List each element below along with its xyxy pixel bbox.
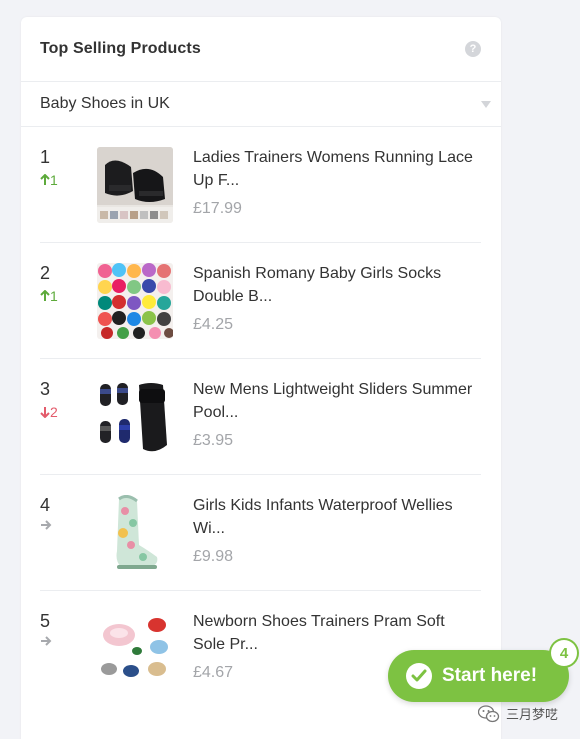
card-header: Top Selling Products ?	[21, 17, 501, 82]
product-image[interactable]	[97, 147, 173, 223]
product-image[interactable]	[97, 611, 173, 687]
product-rank: 1	[40, 147, 51, 167]
product-rank: 4	[40, 495, 51, 515]
caret-down-icon	[481, 100, 491, 108]
arrow-down-icon	[40, 407, 50, 418]
category-select-value: Baby Shoes in UK	[40, 95, 170, 112]
product-image[interactable]	[97, 263, 173, 339]
product-price: £4.67	[193, 664, 234, 681]
start-here-button[interactable]: Start here!	[388, 650, 569, 702]
check-circle-icon	[406, 663, 432, 689]
product-image[interactable]	[97, 379, 173, 455]
arrow-up-icon	[40, 174, 50, 185]
product-title[interactable]: Ladies Trainers Womens Running Lace Up F…	[193, 146, 473, 192]
product-price: £17.99	[193, 200, 242, 217]
top-selling-products-card: Top Selling Products ? Baby Shoes in UK …	[21, 17, 501, 739]
rank-change: 1	[40, 288, 58, 304]
product-image[interactable]	[97, 495, 173, 571]
product-rank: 3	[40, 379, 51, 399]
rank-change	[40, 636, 52, 646]
question-mark-icon[interactable]: ?	[465, 41, 481, 57]
product-title[interactable]: New Mens Lightweight Sliders Summer Pool…	[193, 378, 473, 424]
watermark: 三月梦呓	[478, 704, 558, 723]
start-here-label: Start here!	[442, 665, 538, 686]
product-item[interactable]: 1 1 Ladies Trainers Womens Running Lace …	[40, 127, 481, 243]
card-title: Top Selling Products	[40, 40, 201, 57]
rank-change-value: 2	[50, 404, 58, 420]
rank-change	[40, 520, 52, 530]
product-item[interactable]: 2 1 Spanish Romany Baby Girls Socks Doub…	[40, 243, 481, 359]
product-item[interactable]: 3 2 New Mens Lightweight Sliders Summer …	[40, 359, 481, 475]
arrow-right-icon	[41, 520, 52, 530]
rank-change-value: 1	[50, 288, 58, 304]
rank-change: 1	[40, 172, 58, 188]
product-price: £4.25	[193, 316, 234, 333]
product-title[interactable]: Spanish Romany Baby Girls Socks Double B…	[193, 262, 473, 308]
watermark-text: 三月梦呓	[506, 707, 559, 722]
product-item[interactable]: 4 Girls Kids Infants Waterproof Wellies	[40, 475, 481, 591]
product-title[interactable]: Girls Kids Infants Waterproof Wellies Wi…	[193, 494, 473, 540]
arrow-up-icon	[40, 290, 50, 301]
product-list: 1 1 Ladies Trainers Womens Running Lace …	[21, 127, 501, 707]
arrow-right-icon	[41, 636, 52, 646]
rank-change: 2	[40, 404, 58, 420]
category-select[interactable]: Baby Shoes in UK	[21, 82, 501, 127]
product-price: £9.98	[193, 548, 234, 565]
notification-badge[interactable]: 4	[551, 640, 577, 666]
product-price: £3.95	[193, 432, 234, 449]
wechat-icon	[478, 704, 500, 722]
product-rank: 5	[40, 611, 51, 631]
rank-change-value: 1	[50, 172, 58, 188]
product-rank: 2	[40, 263, 51, 283]
